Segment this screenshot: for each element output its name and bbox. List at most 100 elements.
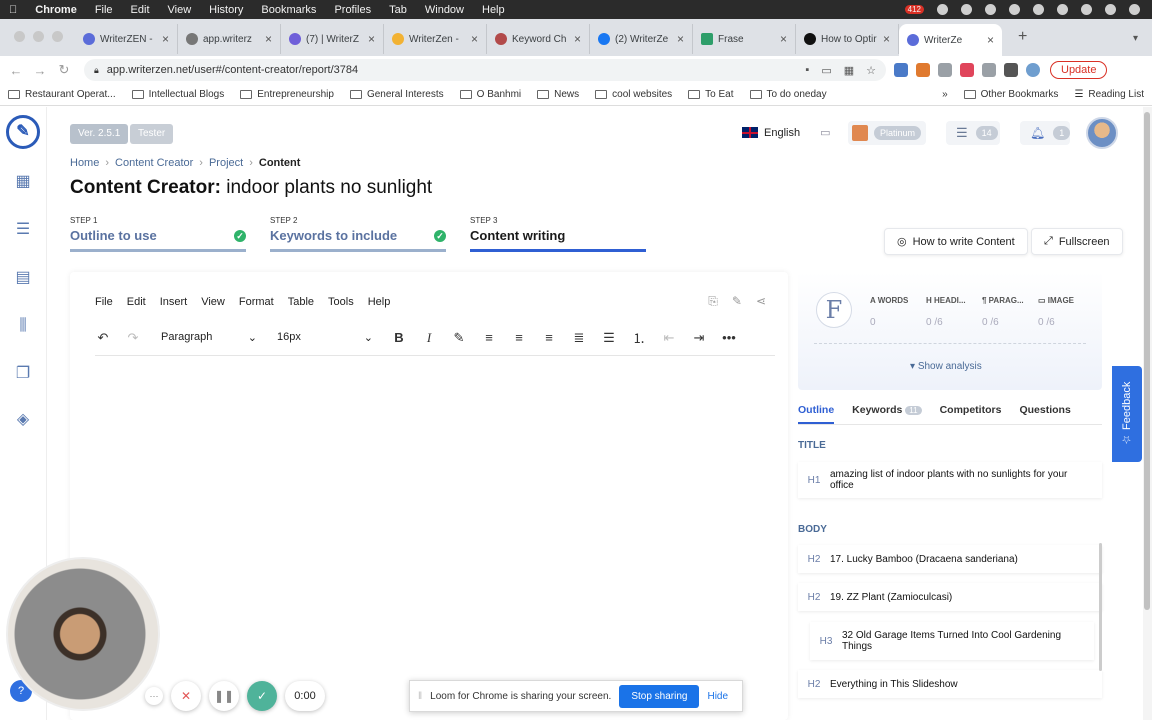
page-scrollbar-thumb[interactable] <box>1144 112 1150 610</box>
plan-badge[interactable]: Platinum <box>848 121 926 145</box>
menu-tab[interactable]: Tab <box>380 4 416 16</box>
bookmark-item[interactable]: Intellectual Blogs <box>124 89 233 100</box>
menu-bookmarks[interactable]: Bookmarks <box>252 4 325 16</box>
left-align-icon[interactable]: ≡ <box>481 330 497 345</box>
crumb-content-creator[interactable]: Content Creator <box>115 157 193 169</box>
minimize-window-icon[interactable] <box>33 31 44 42</box>
mail-badge-icon[interactable]: 412 <box>904 5 924 14</box>
new-tab-icon[interactable]: + <box>1002 28 1027 56</box>
outdent-icon[interactable]: ⇤ <box>661 330 677 346</box>
browser-tab[interactable]: WriterZen - × <box>384 24 487 54</box>
status-icon[interactable] <box>985 4 996 15</box>
zoom-window-icon[interactable] <box>52 31 63 42</box>
extension-icon[interactable] <box>982 63 996 77</box>
outline-item-title[interactable]: H1 amazing list of indoor plants with no … <box>798 462 1102 498</box>
step-keywords[interactable]: STEP 2 Keywords to include ✓ <box>270 216 446 252</box>
bookmark-item[interactable]: O Banhmi <box>452 89 529 100</box>
browser-tab[interactable]: app.writerz × <box>178 24 281 54</box>
outline-item[interactable]: H3 32 Old Garage Items Turned Into Cool G… <box>810 622 1094 660</box>
extension-icon[interactable] <box>916 63 930 77</box>
apple-icon[interactable]:  <box>0 4 26 16</box>
close-window-icon[interactable] <box>14 31 25 42</box>
tab-questions[interactable]: Questions <box>1019 404 1070 424</box>
editor-menu-tools[interactable]: Tools <box>328 296 354 308</box>
close-tab-icon[interactable]: × <box>162 32 169 46</box>
crumb-project[interactable]: Project <box>209 157 243 169</box>
omnibox[interactable]: 🔒︎ app.writerzen.net/user#/content-creat… <box>84 59 886 81</box>
tab-outline[interactable]: Outline <box>798 404 835 424</box>
reload-icon[interactable]: ↻ <box>52 62 76 78</box>
back-icon[interactable]: ← <box>4 63 28 78</box>
bookmark-item[interactable]: Restaurant Operat... <box>0 89 124 100</box>
outline-item[interactable]: H2 17. Lucky Bamboo (Dracaena sanderiana) <box>798 545 1102 573</box>
close-tab-icon[interactable]: × <box>883 32 890 46</box>
undo-icon[interactable]: ↶ <box>95 330 111 346</box>
share-icon[interactable]: ⋖ <box>756 294 766 309</box>
hide-button[interactable]: Hide <box>707 691 728 702</box>
copy-icon[interactable]: ❐ <box>12 363 34 385</box>
font-size-select[interactable]: 16px ⌄ <box>277 331 373 344</box>
task-list-button[interactable]: ☰ 14 <box>946 121 1000 145</box>
editor-menu-table[interactable]: Table <box>288 296 314 308</box>
menu-view[interactable]: View <box>159 4 201 16</box>
step-outline[interactable]: STEP 1 Outline to use ✓ <box>70 216 246 252</box>
outline-scrollbar[interactable] <box>1099 543 1102 671</box>
more-icon[interactable]: ⋯ <box>145 687 163 705</box>
browser-tab[interactable]: (7) | WriterZ × <box>281 24 384 54</box>
status-icon[interactable] <box>937 4 948 15</box>
italic-icon[interactable]: I <box>421 330 437 346</box>
feedback-button[interactable]: ☆ Feedback <box>1112 366 1142 462</box>
editor-menu-view[interactable]: View <box>201 296 225 308</box>
browser-tab-active[interactable]: WriterZe × <box>899 24 1002 56</box>
highlight-icon[interactable]: ✎ <box>451 330 467 346</box>
tab-search-icon[interactable]: ▾ <box>1133 33 1152 56</box>
menu-edit[interactable]: Edit <box>122 4 159 16</box>
update-button[interactable]: Update <box>1050 61 1108 79</box>
editor-menu-edit[interactable]: Edit <box>127 296 146 308</box>
more-icon[interactable]: ••• <box>721 330 737 345</box>
avatar[interactable] <box>1086 117 1118 149</box>
close-tab-icon[interactable]: × <box>677 32 684 46</box>
reading-list[interactable]: ☰ Reading List <box>1066 89 1152 100</box>
layers-icon[interactable]: ◈ <box>12 409 34 431</box>
search-icon[interactable] <box>1105 4 1116 15</box>
close-tab-icon[interactable]: × <box>987 33 994 47</box>
close-tab-icon[interactable]: × <box>574 32 581 46</box>
center-align-icon[interactable]: ≡ <box>511 330 527 345</box>
editor-menu-help[interactable]: Help <box>368 296 391 308</box>
bookmark-item[interactable]: cool websites <box>587 89 680 100</box>
menu-file[interactable]: File <box>86 4 122 16</box>
menu-app[interactable]: Chrome <box>26 4 86 16</box>
profile-icon[interactable] <box>1026 63 1040 77</box>
edit-icon[interactable]: ✎ <box>732 294 742 309</box>
right-align-icon[interactable]: ≡ <box>541 330 557 345</box>
block-format-select[interactable]: Paragraph ⌄ <box>161 331 257 344</box>
pause-icon[interactable]: ❚❚ <box>209 681 239 711</box>
export-icon[interactable]: ⎘ <box>708 294 718 309</box>
menu-help[interactable]: Help <box>473 4 514 16</box>
fullscreen-button[interactable]: ⤢ Fullscreen <box>1031 228 1123 255</box>
close-tab-icon[interactable]: × <box>368 32 375 46</box>
cancel-recording-icon[interactable]: ✕ <box>171 681 201 711</box>
bluetooth-icon[interactable] <box>1033 4 1044 15</box>
bookmark-item[interactable]: To do oneday <box>742 89 835 100</box>
battery-icon[interactable] <box>1057 4 1068 15</box>
crumb-home[interactable]: Home <box>70 157 99 169</box>
menu-history[interactable]: History <box>200 4 252 16</box>
outline-item[interactable]: H2 19. ZZ Plant (Zamioculcasi) <box>798 583 1102 611</box>
indent-icon[interactable]: ⇥ <box>691 330 707 346</box>
bullet-list-icon[interactable]: ☰ <box>601 330 617 346</box>
bookmark-item[interactable]: General Interests <box>342 89 452 100</box>
content-creator-icon[interactable]: ▤ <box>12 267 34 289</box>
list-icon[interactable]: ☰ <box>12 219 34 241</box>
menu-profiles[interactable]: Profiles <box>325 4 380 16</box>
analytics-icon[interactable]: ⫼ <box>12 315 34 337</box>
monitor-icon[interactable]: ▭ <box>820 126 830 139</box>
outline-item-partial[interactable] <box>798 708 1102 720</box>
numbered-list-icon[interactable]: ⒈ <box>631 328 647 347</box>
browser-tab[interactable]: (2) WriterZe × <box>590 24 693 54</box>
extension-icon[interactable] <box>960 63 974 77</box>
justify-icon[interactable]: ≣ <box>571 330 587 346</box>
editor-menu-file[interactable]: File <box>95 296 113 308</box>
close-tab-icon[interactable]: × <box>780 32 787 46</box>
